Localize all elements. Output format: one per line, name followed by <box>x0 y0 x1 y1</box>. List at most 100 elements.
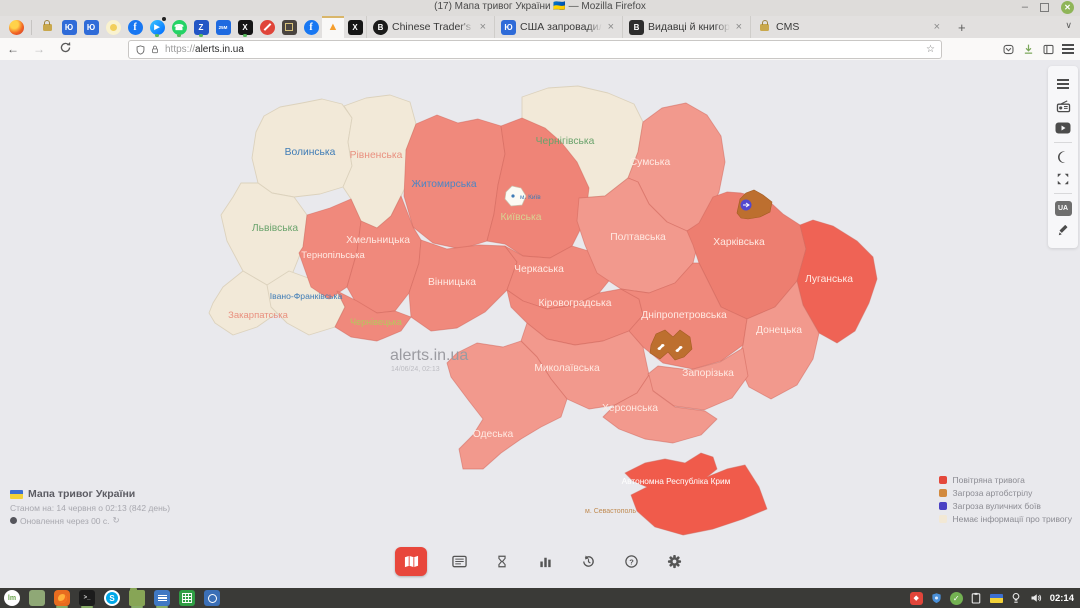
statistics-button[interactable] <box>534 551 556 573</box>
city-label-sevastopol[interactable]: м. Севастополь <box>585 508 636 515</box>
radio-button[interactable] <box>1048 95 1078 117</box>
pinned-tab-x-twitter[interactable]: X <box>344 16 366 38</box>
menu-button[interactable] <box>1048 73 1078 95</box>
tab-видавці-й-книгорозповсюд[interactable]: ВВидавці й книгорозповсюд× <box>622 16 750 38</box>
x-twitter-icon: X <box>238 20 253 35</box>
tab-title: США запровадили нову хв <box>520 21 602 33</box>
pinned-tab-z-news[interactable]: Z <box>190 16 212 38</box>
show-desktop-button[interactable] <box>29 590 45 606</box>
pinned-tab-news-u[interactable]: Ю <box>58 16 80 38</box>
new-tab-button[interactable]: + <box>948 20 976 35</box>
lamp-tray-icon[interactable] <box>1010 592 1023 605</box>
tab-сша-запровадили-нову-хв[interactable]: ЮСША запровадили нову хв× <box>494 16 622 38</box>
clipboard-tray-icon[interactable] <box>970 592 983 605</box>
pinned-tab-dark-site[interactable] <box>278 16 300 38</box>
timer-button[interactable] <box>491 551 513 573</box>
list-all-tabs-button[interactable]: ∨ <box>1065 20 1072 31</box>
dark-site-icon <box>282 20 297 35</box>
pinned-tab-x-twitter[interactable]: X <box>234 16 256 38</box>
url-bar[interactable]: https://alerts.in.ua ☆ <box>128 40 942 59</box>
watermark-date: 14/06/24, 02:13 <box>391 366 440 373</box>
pinned-tab-blocked[interactable] <box>256 16 278 38</box>
region-label-zakarpattia: Закарпатська <box>228 310 288 321</box>
region-lviv[interactable] <box>221 183 307 285</box>
news-button[interactable] <box>448 551 470 573</box>
youtube-button[interactable] <box>1048 117 1078 139</box>
skype-taskbar-icon[interactable]: S <box>104 590 120 606</box>
news-u-icon: Ю <box>62 20 77 35</box>
region-label-dnipro: Дніпропетровська <box>641 310 727 321</box>
camera-taskbar-icon[interactable] <box>204 590 220 606</box>
history-button[interactable] <box>577 551 599 573</box>
window-title: (17) Мапа тривог України 🇺🇦 — Mozilla Fi… <box>0 1 1080 12</box>
pinned-tab-lock[interactable] <box>36 16 58 38</box>
pocket-icon[interactable] <box>1002 43 1015 56</box>
tab-close-icon[interactable]: × <box>932 21 942 33</box>
edit-button[interactable] <box>1048 219 1078 241</box>
pinned-tab-sun[interactable] <box>102 16 124 38</box>
refresh-icon[interactable]: ↻ <box>113 515 120 526</box>
pinned-tab-facebook[interactable]: f <box>124 16 146 38</box>
tab-cms[interactable]: CMS× <box>750 16 948 38</box>
update-ok-tray-icon[interactable]: ✓ <box>950 592 963 605</box>
alerts-tray-icon[interactable]: ◆ <box>910 592 923 605</box>
window-titlebar: (17) Мапа тривог України 🇺🇦 — Mozilla Fi… <box>0 0 1080 17</box>
pinned-tab-alerts-siren[interactable]: ▲ <box>322 16 344 38</box>
firefox-taskbar-icon[interactable] <box>54 590 70 606</box>
pinned-tab-facebook[interactable]: f <box>300 16 322 38</box>
tab-close-icon[interactable]: × <box>478 21 488 33</box>
spreadsheet-taskbar-icon[interactable] <box>179 590 195 606</box>
volume-tray-icon[interactable] <box>1030 592 1043 605</box>
notification-dot <box>155 34 159 37</box>
fullscreen-button[interactable] <box>1048 168 1078 190</box>
tab-chinese-trader-s-20-mill[interactable]: BChinese Trader's $20 Millio× <box>366 16 494 38</box>
region-label-kharkiv: Харківська <box>713 237 765 248</box>
reload-icon <box>59 41 72 54</box>
region-crimea[interactable] <box>625 453 767 535</box>
language-button[interactable]: UA <box>1048 197 1078 219</box>
terminal-taskbar-icon[interactable]: >_ <box>79 590 95 606</box>
region-label-kherson: Херсонська <box>602 403 658 414</box>
minimize-button[interactable]: – <box>1022 1 1028 14</box>
tab-close-icon[interactable]: × <box>606 21 616 33</box>
restore-button[interactable] <box>1040 3 1049 12</box>
region-label-cherkasy: Черкаська <box>514 264 564 275</box>
shield-tray-icon[interactable] <box>930 592 943 605</box>
taskbar: lm >_ S ◆ ✓ 02:14 <box>0 588 1080 608</box>
help-button[interactable]: ? <box>620 551 642 573</box>
pinned-tab-whatsapp[interactable]: ☎ <box>168 16 190 38</box>
navigation-bar: ← → https://alerts.in.ua ☆ <box>0 38 1080 61</box>
blue-badge-icon: 25M <box>216 20 231 35</box>
whatsapp-icon: ☎ <box>172 20 187 35</box>
lock-icon[interactable] <box>150 44 160 55</box>
reload-button[interactable] <box>52 41 78 57</box>
legend-label-noinfo: Немає інформації про тривогу <box>952 514 1072 524</box>
city-label-kyiv[interactable]: м. Київ <box>520 194 541 201</box>
system-tray: ◆ ✓ 02:14 <box>910 592 1080 605</box>
forward-button[interactable]: → <box>26 42 52 56</box>
pinned-tab-firefox[interactable] <box>5 16 27 38</box>
map-tab-button[interactable] <box>395 547 427 576</box>
bookmark-star-icon[interactable]: ☆ <box>926 44 935 55</box>
pinned-tab-messenger[interactable]: ▶ <box>146 16 168 38</box>
document-taskbar-icon[interactable] <box>154 590 170 606</box>
mint-menu-button[interactable]: lm <box>4 590 20 606</box>
download-icon[interactable] <box>1022 43 1035 56</box>
pinned-tab-news-u[interactable]: Ю <box>80 16 102 38</box>
dark-mode-button[interactable] <box>1048 146 1078 168</box>
shield-icon[interactable] <box>135 44 146 56</box>
lock-icon <box>757 20 772 35</box>
sidebar-icon[interactable] <box>1042 43 1055 56</box>
blocked-icon <box>260 20 275 35</box>
pinned-tab-blue-badge[interactable]: 25M <box>212 16 234 38</box>
files-taskbar-icon[interactable] <box>129 590 145 606</box>
region-label-vinnytsia: Вінницька <box>428 277 476 288</box>
close-button[interactable]: ✕ <box>1061 1 1074 14</box>
pinned-tabs: ЮЮf▶☎Z25MXf▲X <box>0 16 366 38</box>
back-button[interactable]: ← <box>0 42 26 56</box>
notification-dot <box>177 34 181 37</box>
settings-button[interactable] <box>663 551 685 573</box>
tab-close-icon[interactable]: × <box>734 21 744 33</box>
ukraine-flag-tray-icon[interactable] <box>990 592 1003 605</box>
menu-icon[interactable] <box>1062 44 1074 54</box>
